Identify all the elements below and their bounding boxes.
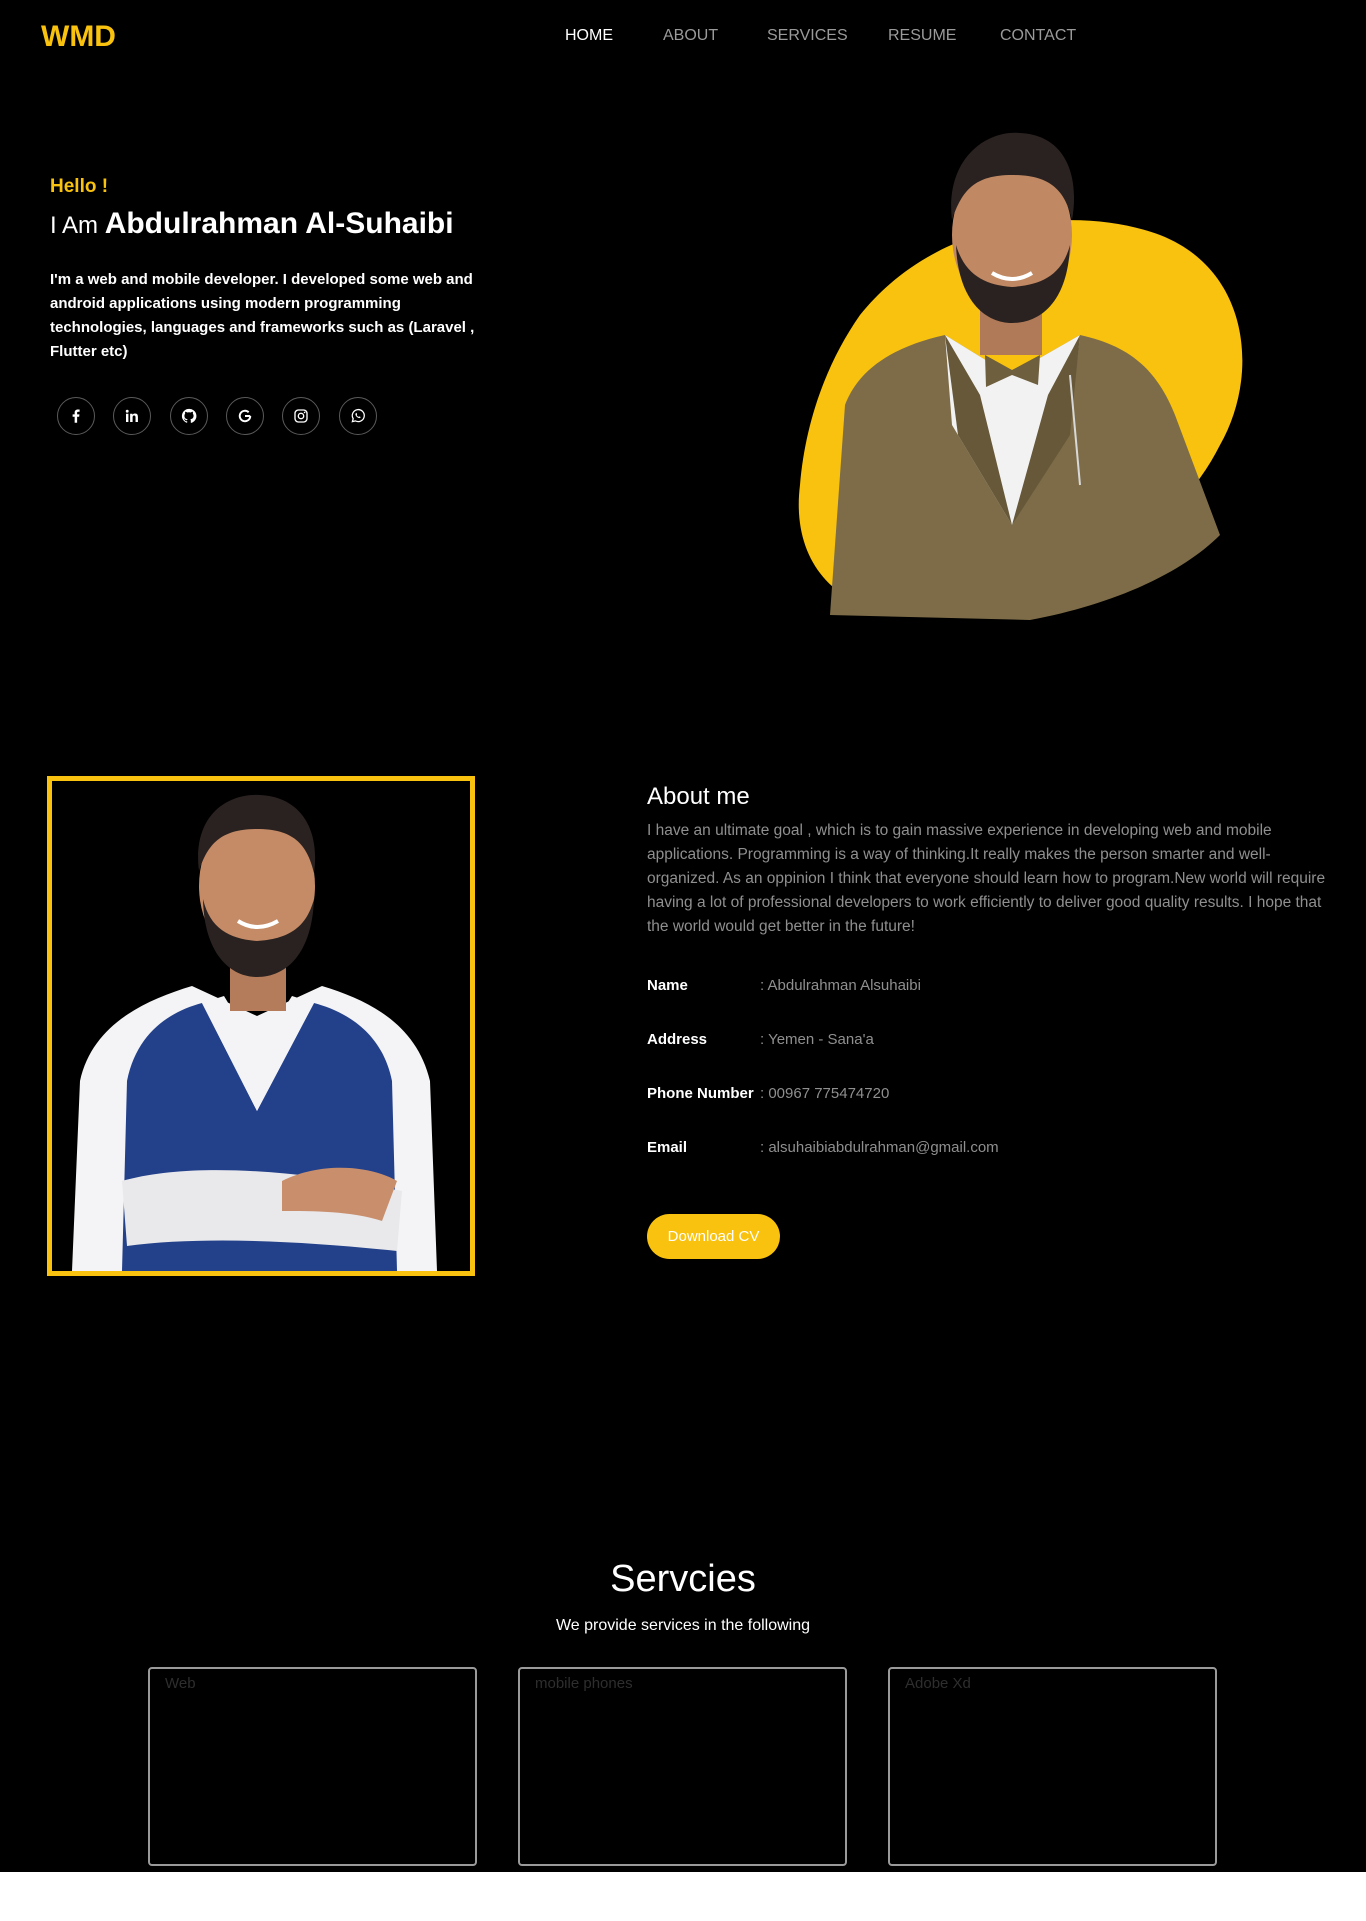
hero-heading: I Am Abdulrahman Al-Suhaibi: [50, 207, 454, 241]
nav-contact[interactable]: CONTACT: [1000, 27, 1076, 45]
info-label: Name: [647, 977, 688, 994]
info-row-name: Name : Abdulrahman Alsuhaibi: [647, 977, 921, 994]
nav-home[interactable]: HOME: [565, 27, 613, 45]
service-card-web[interactable]: Web: [148, 1667, 477, 1866]
google-icon[interactable]: [226, 397, 264, 435]
instagram-icon[interactable]: [282, 397, 320, 435]
linkedin-icon[interactable]: [113, 397, 151, 435]
info-value: : Yemen - Sana'a: [760, 1031, 874, 1048]
about-title: About me: [647, 783, 750, 810]
services-title: Servcies: [610, 1558, 756, 1600]
about-portrait-image: [52, 781, 470, 1271]
info-row-address: Address : Yemen - Sana'a: [647, 1031, 874, 1048]
service-card-label: Web: [165, 1675, 196, 1692]
nav-services[interactable]: SERVICES: [767, 27, 848, 45]
whatsapp-icon[interactable]: [339, 397, 377, 435]
service-card-mobile[interactable]: mobile phones: [518, 1667, 847, 1866]
hero-intro: I'm a web and mobile developer. I develo…: [50, 271, 475, 360]
info-row-email: Email : alsuhaibiabdulrahman@gmail.com: [647, 1139, 999, 1156]
service-card-adobe-xd[interactable]: Adobe Xd: [888, 1667, 1217, 1866]
nav-resume[interactable]: RESUME: [888, 27, 956, 45]
service-card-label: mobile phones: [535, 1675, 633, 1692]
logo[interactable]: WMD: [41, 20, 116, 54]
service-card-label: Adobe Xd: [905, 1675, 971, 1692]
info-value: : alsuhaibiabdulrahman@gmail.com: [760, 1139, 999, 1156]
nav-about[interactable]: ABOUT: [663, 27, 718, 45]
download-cv-button[interactable]: Download CV: [647, 1214, 780, 1259]
github-icon[interactable]: [170, 397, 208, 435]
info-value: : Abdulrahman Alsuhaibi: [760, 977, 921, 994]
hero-i-am: I Am: [50, 212, 99, 239]
info-label: Phone Number: [647, 1085, 754, 1102]
facebook-icon[interactable]: [57, 397, 95, 435]
hero-name: Abdulrahman Al-Suhaibi: [104, 207, 454, 240]
services-subtitle: We provide services in the following: [555, 1617, 811, 1634]
hero-portrait-image: [798, 132, 1243, 620]
about-photo-frame: [47, 776, 475, 1276]
hero-greeting: Hello !: [50, 176, 109, 197]
info-row-phone: Phone Number : 00967 775474720: [647, 1085, 889, 1102]
info-label: Address: [647, 1031, 708, 1048]
page: WMD HOME ABOUT SERVICES RESUME CONTACT H…: [0, 0, 1366, 1872]
about-text: I have an ultimate goal , which is to ga…: [647, 822, 1326, 935]
info-value: : 00967 775474720: [760, 1085, 890, 1102]
info-label: Email: [647, 1139, 688, 1156]
